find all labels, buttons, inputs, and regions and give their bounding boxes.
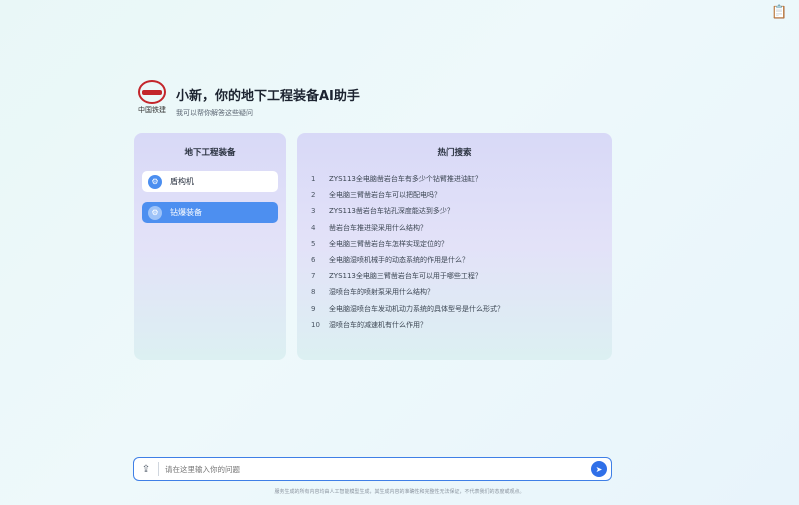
hot-search-item[interactable]: 2 全电脑三臂凿岩台车可以把配电吗？ — [311, 187, 601, 203]
equipment-item-shield-machine[interactable]: ⚙ 盾构机 — [142, 171, 278, 192]
hot-search-item[interactable]: 8 湿喷台车的喷射泵采用什么结构？ — [311, 284, 601, 300]
equipment-item-drill-blast[interactable]: ⚙ 钻爆装备 — [142, 202, 278, 223]
equipment-panel-title: 地下工程装备 — [184, 148, 236, 158]
equipment-item-label: 钻爆装备 — [170, 208, 202, 217]
equipment-item-label: 盾构机 — [170, 177, 194, 186]
logo-text: 中国铁建 — [138, 106, 166, 114]
hot-search-item[interactable]: 4 凿岩台车推进梁采用什么结构？ — [311, 220, 601, 236]
crcc-logo: 中国铁建 — [134, 80, 170, 116]
logo-mark-icon — [138, 80, 166, 104]
clipboard-icon[interactable]: 📋 — [771, 6, 787, 20]
disclaimer-text: 服务生成的所有内容均由人工智能模型生成，其生成内容的准确性和完整性无法保证，不代… — [274, 489, 525, 495]
drill-icon: ⚙ — [148, 205, 162, 220]
header: 中国铁建 小新，你的地下工程装备AI助手 我可以帮你解答这些疑问 — [134, 80, 360, 118]
hot-search-item[interactable]: 5 全电脑三臂凿岩台车怎样实现定位的？ — [311, 236, 601, 252]
hot-search-panel: 热门搜索 1 ZYS113全电脑凿岩台车有多少个钻臂推进油缸？ 2 全电脑三臂凿岩台… — [297, 133, 612, 360]
chat-input-bar: ⇪ ➤ — [133, 457, 612, 481]
hot-search-item[interactable]: 3 ZYS113凿岩台车钻孔深度能达到多少？ — [311, 203, 601, 219]
hot-search-item[interactable]: 6 全电脑湿喷机械手的动态系统的作用是什么？ — [311, 252, 601, 268]
hot-search-title: 热门搜索 — [437, 148, 472, 158]
hot-search-item[interactable]: 10 湿喷台车的减速机有什么作用？ — [311, 317, 601, 333]
machine-icon: ⚙ — [148, 174, 162, 189]
upload-icon[interactable]: ⇪ — [134, 464, 158, 475]
page-title: 小新，你的地下工程装备AI助手 — [176, 89, 360, 104]
page-subtitle: 我可以帮你解答这些疑问 — [176, 109, 253, 117]
hot-search-item[interactable]: 7 ZYS113全电脑三臂凿岩台车可以用于哪些工程？ — [311, 268, 601, 284]
send-icon[interactable]: ➤ — [591, 461, 607, 477]
equipment-panel: 地下工程装备 ⚙ 盾构机 ⚙ 钻爆装备 — [134, 133, 286, 360]
question-input[interactable] — [159, 463, 591, 475]
hot-search-list: 1 ZYS113全电脑凿岩台车有多少个钻臂推进油缸？ 2 全电脑三臂凿岩台车可以把配… — [311, 171, 601, 333]
hot-search-item[interactable]: 1 ZYS113全电脑凿岩台车有多少个钻臂推进油缸？ — [311, 171, 601, 187]
hot-search-item[interactable]: 9 全电脑湿喷台车发动机动力系统的具体型号是什么形式？ — [311, 301, 601, 317]
